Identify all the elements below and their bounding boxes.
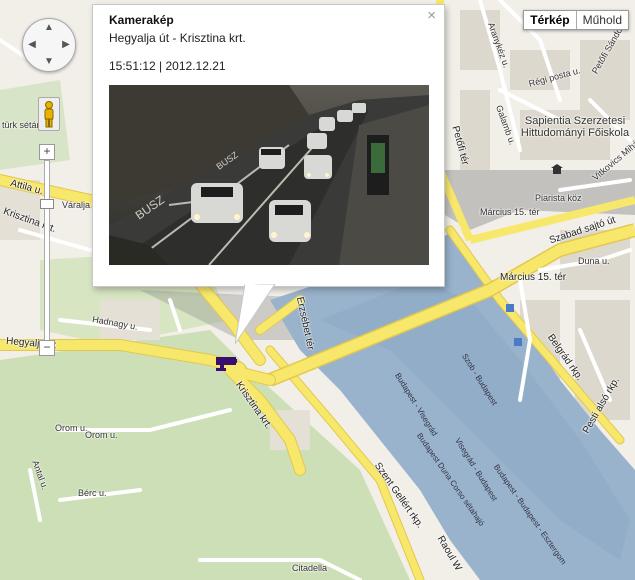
pan-up-icon[interactable]: ▲ — [42, 21, 56, 35]
info-window-location: Hegyalja út - Krisztina krt. — [109, 31, 246, 45]
info-window: × Kamerakép Hegyalja út - Krisztina krt.… — [92, 4, 445, 287]
zoom-slider-track[interactable] — [44, 160, 50, 342]
map-type-satellite-button[interactable]: Műhold — [577, 11, 628, 29]
info-window-timestamp: 15:51:12 | 2012.12.21 — [109, 59, 226, 73]
map-label: Orom u. — [85, 430, 118, 440]
pan-right-icon[interactable]: ▶ — [59, 38, 73, 52]
map-label: Március 15. tér — [500, 272, 567, 283]
map-label: Bérc u. — [78, 488, 107, 498]
map-label: Orom u. — [55, 423, 88, 433]
info-window-title: Kamerakép — [109, 13, 174, 27]
zoom-slider-thumb[interactable] — [40, 199, 54, 209]
pan-left-icon[interactable]: ◀ — [25, 38, 39, 52]
map-label: Sapientia Szerzetesi Hittudományi Főisko… — [520, 115, 630, 139]
info-window-pointer — [235, 284, 276, 344]
street-view-pegman-icon[interactable] — [38, 97, 60, 131]
pan-down-icon[interactable]: ▼ — [42, 55, 56, 69]
zoom-in-button[interactable]: + — [39, 144, 55, 160]
map-label: Piarista köz — [535, 193, 582, 203]
map-label: Duna u. — [578, 256, 610, 266]
map-type-map-button[interactable]: Térkép — [524, 11, 577, 29]
pan-control[interactable]: ▲ ▼ ◀ ▶ — [22, 18, 76, 72]
map-label: Március 15. tér — [480, 207, 540, 217]
map-type-control: Térkép Műhold — [523, 10, 629, 30]
map-label: Citadella — [292, 563, 328, 573]
camera-image: BUSZ BUSZ — [109, 85, 429, 265]
close-icon[interactable]: × — [427, 7, 436, 24]
zoom-out-button[interactable]: − — [39, 340, 55, 356]
